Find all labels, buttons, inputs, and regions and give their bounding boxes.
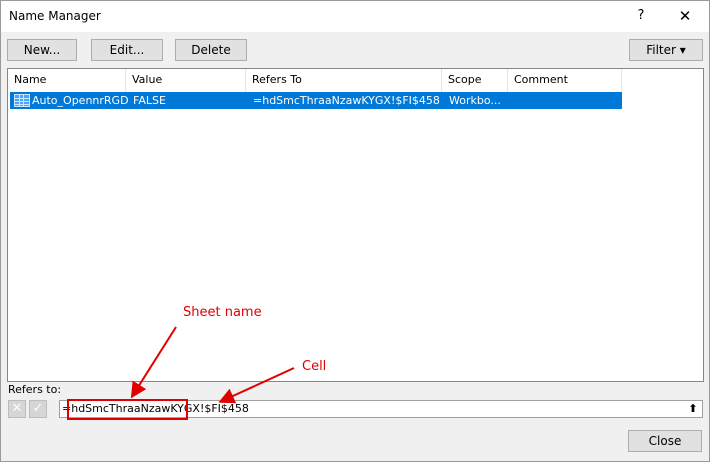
- cell-arrow: [218, 367, 295, 404]
- annotation-arrows: [130, 326, 295, 404]
- sheet-name-arrow: [130, 326, 177, 399]
